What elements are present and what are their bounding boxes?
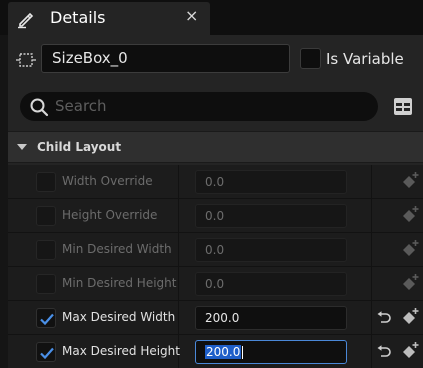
override-checkbox[interactable] bbox=[36, 274, 56, 294]
add-keyframe-icon[interactable] bbox=[400, 341, 420, 361]
property-row: Min Desired Width 0.0 bbox=[8, 233, 423, 267]
property-value-field[interactable]: 0.0 bbox=[195, 170, 347, 194]
chevron-down-icon bbox=[17, 144, 27, 150]
column-splitter[interactable] bbox=[178, 301, 179, 334]
search-icon bbox=[30, 98, 49, 117]
reset-to-default-icon[interactable] bbox=[376, 345, 392, 359]
property-value-field[interactable]: 0.0 bbox=[195, 238, 347, 262]
override-checkbox[interactable] bbox=[36, 206, 56, 226]
search-placeholder: Search bbox=[55, 97, 107, 115]
property-row: Height Override 0.0 bbox=[8, 199, 423, 233]
tab-title: Details bbox=[50, 8, 106, 27]
checkmark-icon bbox=[40, 347, 54, 360]
is-variable-checkbox[interactable] bbox=[300, 48, 321, 69]
column-splitter[interactable] bbox=[178, 233, 179, 266]
tab-details[interactable]: Details × bbox=[8, 2, 210, 35]
widget-name-field[interactable]: SizeBox_0 bbox=[41, 44, 290, 73]
close-icon[interactable]: × bbox=[185, 6, 198, 25]
column-splitter[interactable] bbox=[371, 199, 372, 232]
column-splitter[interactable] bbox=[371, 301, 372, 334]
add-keyframe-icon[interactable] bbox=[400, 171, 420, 191]
column-splitter[interactable] bbox=[371, 267, 372, 300]
is-variable-label: Is Variable bbox=[326, 50, 404, 68]
override-checkbox[interactable] bbox=[36, 308, 56, 328]
property-row: Max Desired Width 200.0 bbox=[8, 301, 423, 335]
property-value-field[interactable]: 0.0 bbox=[195, 204, 347, 228]
property-label: Max Desired Height bbox=[62, 344, 180, 358]
property-value: 200.0 bbox=[205, 345, 242, 359]
property-value: 0.0 bbox=[205, 209, 225, 223]
property-value: 0.0 bbox=[205, 175, 225, 189]
property-label: Width Override bbox=[62, 174, 153, 188]
reset-to-default-icon[interactable] bbox=[376, 311, 392, 325]
category-title: Child Layout bbox=[37, 140, 122, 154]
property-label: Min Desired Width bbox=[62, 242, 172, 256]
property-value: 0.0 bbox=[205, 243, 225, 257]
add-keyframe-icon[interactable] bbox=[400, 273, 420, 293]
property-value: 200.0 bbox=[205, 311, 240, 325]
checkmark-icon bbox=[40, 313, 54, 326]
property-value-field[interactable]: 0.0 bbox=[195, 272, 347, 296]
column-splitter[interactable] bbox=[178, 267, 179, 300]
widget-name-value: SizeBox_0 bbox=[52, 49, 128, 67]
column-splitter[interactable] bbox=[178, 165, 179, 198]
property-value-field[interactable]: 200.0 bbox=[195, 306, 347, 330]
override-checkbox[interactable] bbox=[36, 240, 56, 260]
column-splitter[interactable] bbox=[371, 335, 372, 368]
add-keyframe-icon[interactable] bbox=[400, 205, 420, 225]
property-label: Height Override bbox=[62, 208, 158, 222]
add-keyframe-icon[interactable] bbox=[400, 307, 420, 327]
add-keyframe-icon[interactable] bbox=[400, 239, 420, 259]
category-child-layout[interactable]: Child Layout bbox=[8, 131, 423, 163]
panel-edge bbox=[0, 35, 8, 368]
column-splitter[interactable] bbox=[371, 165, 372, 198]
property-label: Max Desired Width bbox=[62, 310, 176, 324]
column-splitter[interactable] bbox=[371, 233, 372, 266]
text-caret bbox=[242, 346, 243, 359]
property-value: 0.0 bbox=[205, 277, 225, 291]
column-splitter[interactable] bbox=[178, 199, 179, 232]
pencil-icon bbox=[18, 12, 34, 29]
property-row: Width Override 0.0 bbox=[8, 165, 423, 199]
table-view-icon[interactable] bbox=[393, 97, 413, 116]
property-row: Max Desired Height 200.0 bbox=[8, 335, 423, 368]
property-label: Min Desired Height bbox=[62, 276, 177, 290]
property-value-field[interactable]: 200.0 bbox=[195, 340, 347, 364]
override-checkbox[interactable] bbox=[36, 342, 56, 362]
property-row: Min Desired Height 0.0 bbox=[8, 267, 423, 301]
widget-outline-icon bbox=[16, 53, 36, 67]
override-checkbox[interactable] bbox=[36, 172, 56, 192]
search-input[interactable]: Search bbox=[20, 92, 378, 121]
tab-strip: Details × bbox=[0, 0, 423, 35]
